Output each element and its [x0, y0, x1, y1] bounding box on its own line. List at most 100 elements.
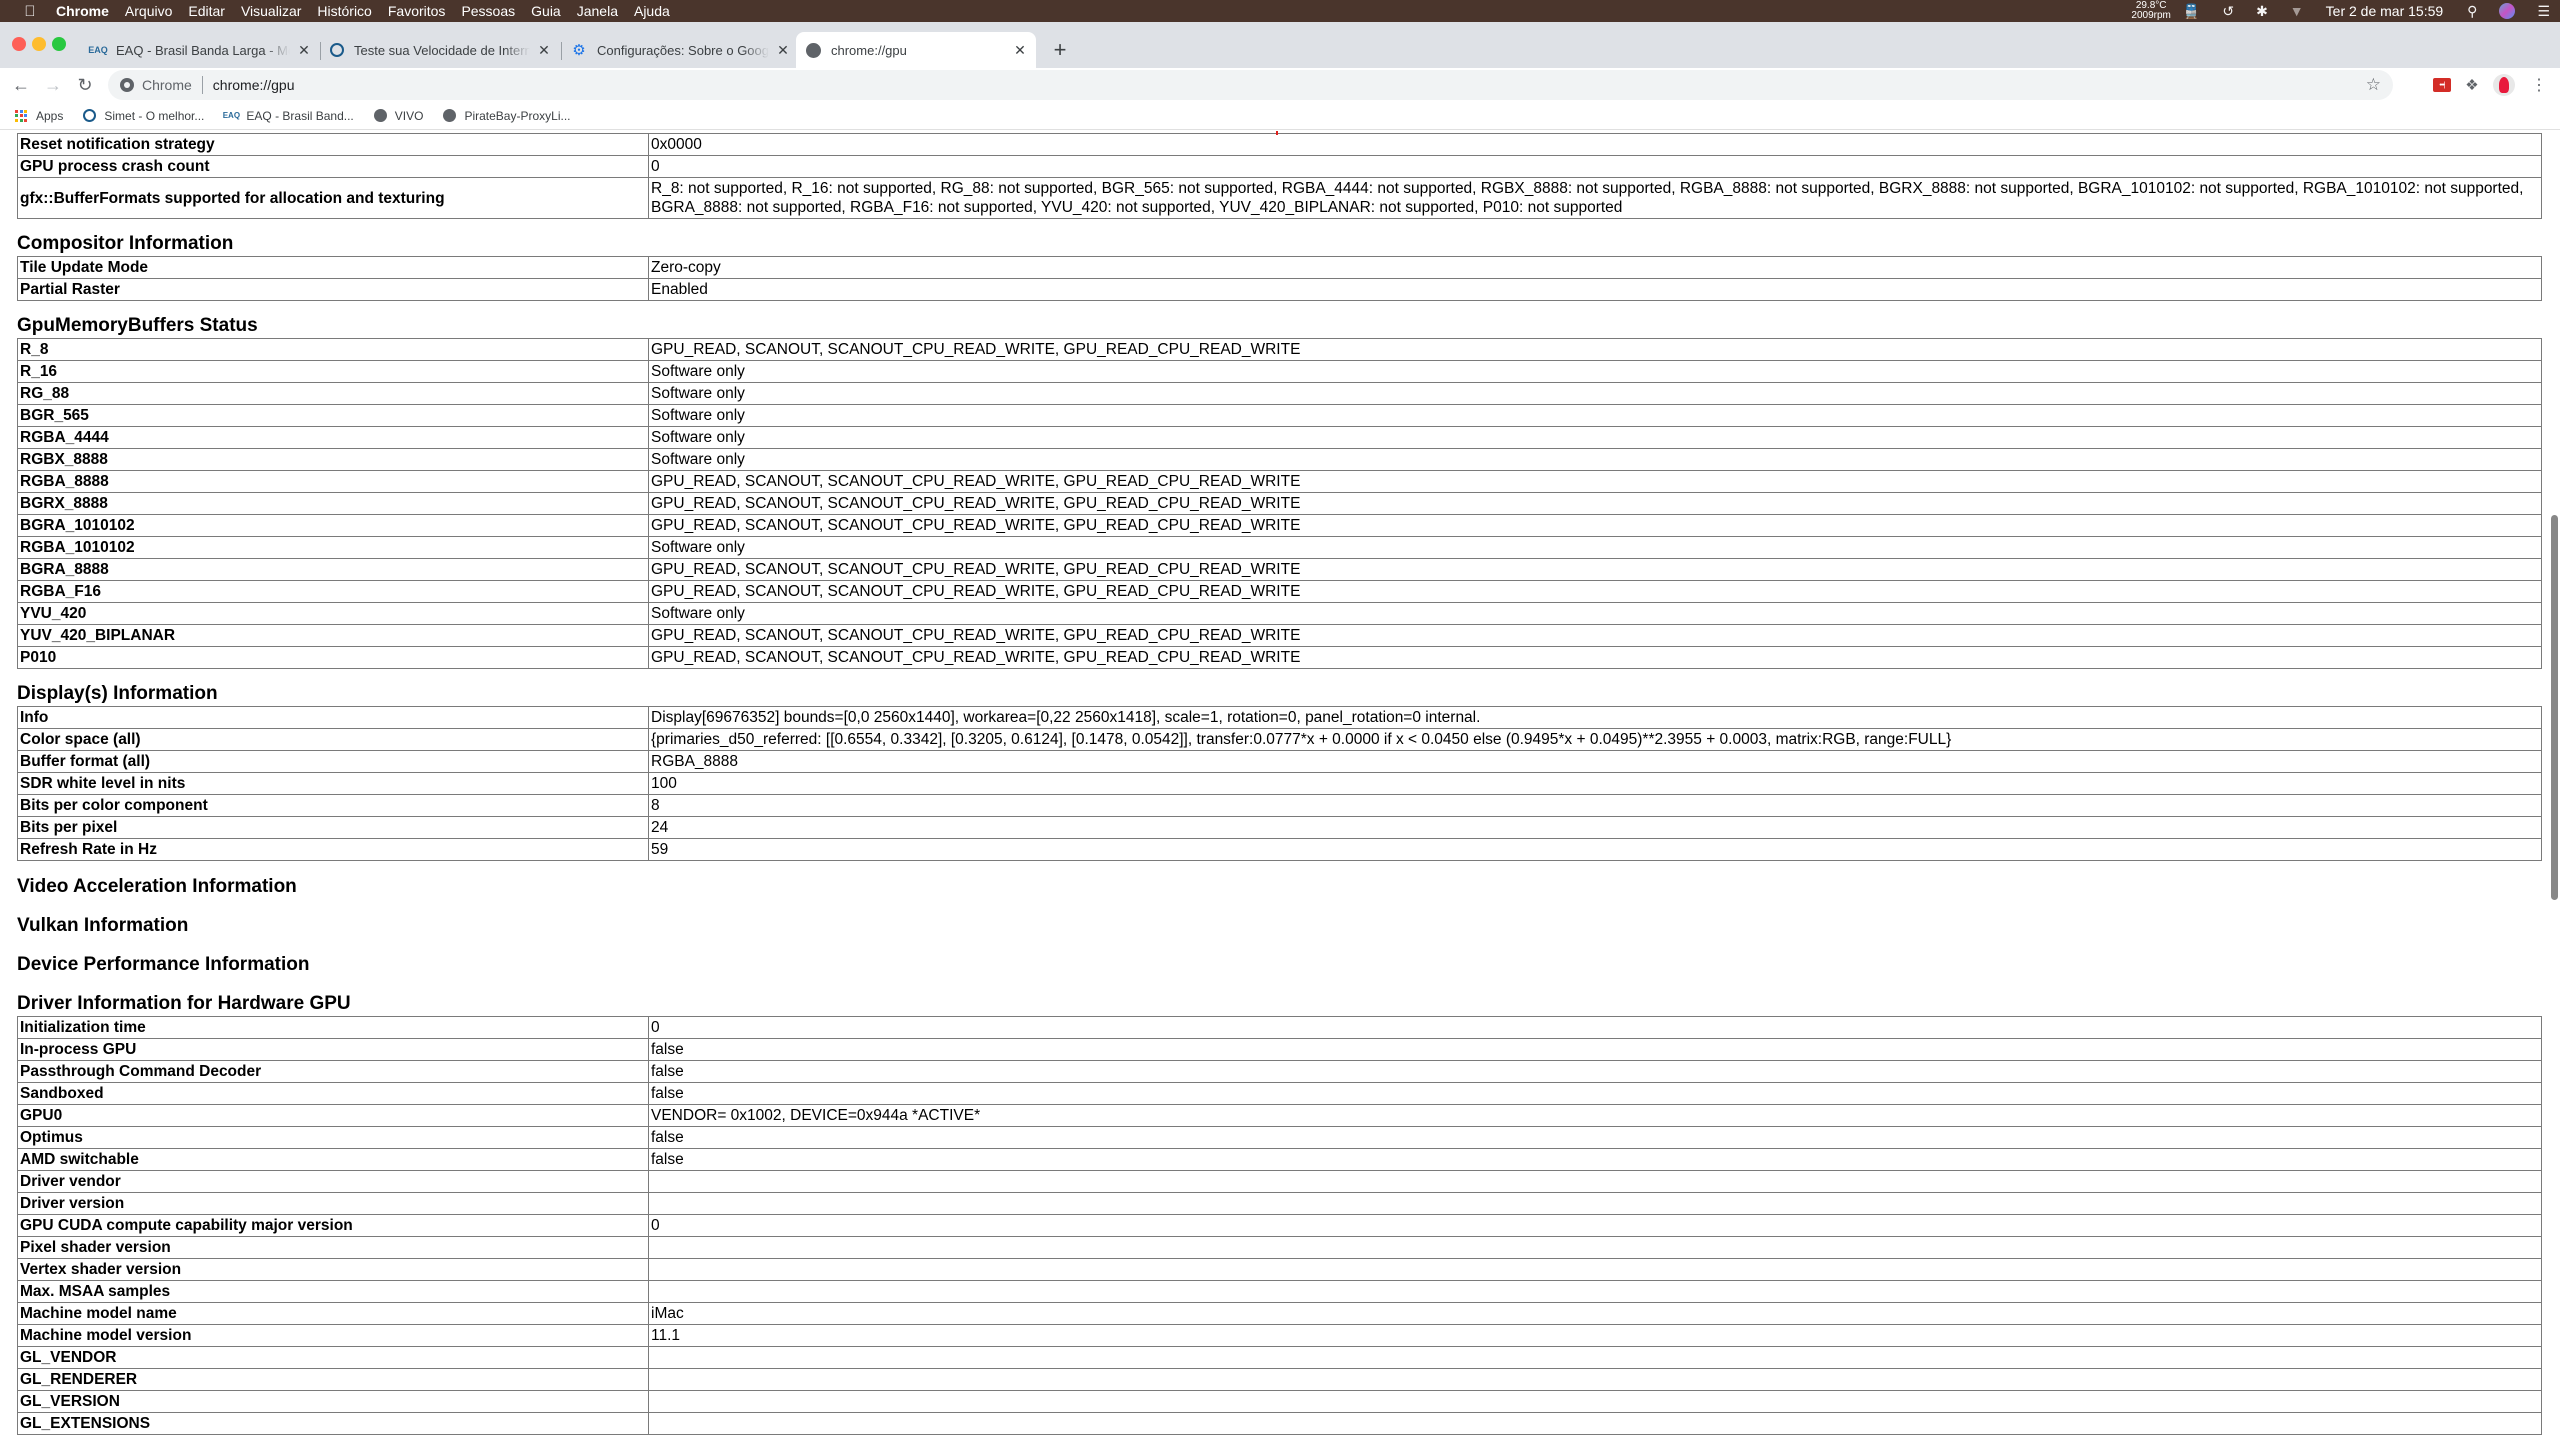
row-value: false [648, 1060, 2542, 1083]
browser-toolbar: ← → ↻ Chrome chrome://gpu ☆ •••| ❖ ⋮ [0, 68, 2560, 102]
bluetooth-icon[interactable]: ✱ [2256, 3, 2268, 20]
page-scrollbar[interactable] [2548, 131, 2560, 1440]
tab-close-icon[interactable]: ✕ [536, 42, 552, 58]
speedometer-icon [83, 109, 97, 122]
spotlight-search-icon[interactable]: ⚲ [2467, 3, 2477, 20]
eaq-icon: EAQ [88, 45, 108, 55]
tab-title: EAQ - Brasil Banda Larga - Medidor [116, 42, 290, 58]
row-label: Partial Raster [17, 278, 649, 301]
table-row: Buffer format (all) RGBA_8888 [17, 750, 2542, 773]
page-content: Reset notification strategy 0x0000 GPU pro… [0, 131, 2548, 1440]
compositor-table: Tile Update Mode Zero-copy Partial Raster E… [17, 256, 2542, 301]
bookmark-vivo[interactable]: VIVO [373, 109, 423, 123]
menu-visualizar[interactable]: Visualizar [241, 0, 301, 22]
tab-close-icon[interactable]: ✕ [775, 42, 791, 58]
row-label: Machine model version [17, 1324, 649, 1347]
bookmarks-bar: Apps Simet - O melhor... EAQ EAQ - Brasi… [0, 102, 2560, 130]
row-value [648, 1192, 2542, 1215]
menu-historico[interactable]: Histórico [317, 0, 371, 22]
table-row: R_16 Software only [17, 360, 2542, 383]
tab-settings[interactable]: ⚙ Configurações: Sobre o Google Chrome ✕ [561, 32, 799, 68]
row-label: Refresh Rate in Hz [17, 838, 649, 861]
tab-speedtest[interactable]: Teste sua Velocidade de Internet ✕ [320, 32, 560, 68]
chrome-menu-kebab-icon[interactable]: ⋮ [2527, 73, 2551, 97]
row-label: Max. MSAA samples [17, 1280, 649, 1303]
row-label: Machine model name [17, 1302, 649, 1325]
profile-avatar[interactable] [2492, 73, 2516, 97]
forward-button[interactable]: → [40, 72, 66, 98]
back-button[interactable]: ← [8, 72, 34, 98]
bookmark-eaq[interactable]: EAQ EAQ - Brasil Band... [222, 109, 354, 123]
bookmark-simet[interactable]: Simet - O melhor... [83, 109, 204, 123]
bookmark-piratebay[interactable]: PirateBay-ProxyLi... [443, 109, 571, 123]
address-bar[interactable]: Chrome chrome://gpu ☆ [108, 70, 2393, 100]
siri-icon[interactable] [2499, 3, 2516, 19]
row-value: 0 [648, 155, 2542, 178]
clock[interactable]: Ter 2 de mar 15:59 [2326, 3, 2444, 19]
new-tab-button[interactable]: + [1046, 36, 1074, 64]
bookmark-star-icon[interactable]: ☆ [2366, 75, 2381, 95]
tab-close-icon[interactable]: ✕ [296, 42, 312, 58]
row-value: 11.1 [648, 1324, 2542, 1347]
row-label: Bits per pixel [17, 816, 649, 839]
row-label: Passthrough Command Decoder [17, 1060, 649, 1083]
eaq-icon: EAQ [222, 111, 241, 120]
table-row: SDR white level in nits 100 [17, 772, 2542, 795]
row-label: Color space (all) [17, 728, 649, 751]
table-row: RGBA_4444 Software only [17, 426, 2542, 449]
row-value: VENDOR= 0x1002, DEVICE=0x944a *ACTIVE* [648, 1104, 2542, 1127]
scrollbar-thumb[interactable] [2551, 515, 2558, 900]
row-value [648, 1346, 2542, 1369]
row-label: Buffer format (all) [17, 750, 649, 773]
table-row: RGBX_8888 Software only [17, 448, 2542, 471]
notification-center-icon[interactable]: ☰ [2537, 3, 2550, 20]
wifi-off-icon[interactable]: ▼ [2290, 3, 2304, 19]
table-row: AMD switchable false [17, 1148, 2542, 1171]
row-value: GPU_READ, SCANOUT, SCANOUT_CPU_READ_WRIT… [648, 558, 2542, 581]
gear-icon: ⚙ [572, 42, 586, 59]
bookmark-apps[interactable]: Apps [14, 109, 63, 123]
menu-favoritos[interactable]: Favoritos [388, 0, 446, 22]
driver-info-table: Initialization time 0 In-process GPU false P… [17, 1016, 2542, 1435]
globe-icon [806, 42, 821, 58]
window-close-button[interactable] [12, 37, 26, 51]
menu-pessoas[interactable]: Pessoas [461, 0, 515, 22]
lastpass-extension-icon[interactable]: •••| [2430, 73, 2454, 97]
tab-eaq[interactable]: EAQ EAQ - Brasil Banda Larga - Medidor ✕ [80, 32, 320, 68]
window-zoom-button[interactable] [52, 37, 66, 51]
row-value: Software only [648, 448, 2542, 471]
section-title-displays: Display(s) Information [17, 683, 218, 704]
url-text[interactable]: chrome://gpu [213, 77, 295, 93]
time-machine-icon[interactable]: ↺ [2222, 3, 2234, 20]
row-label: GPU CUDA compute capability major versio… [17, 1214, 649, 1237]
menu-bar-status-area: 29.8°C 2009rpm 🚆 ↺ ✱ ▼ Ter 2 de mar 15:5… [2131, 0, 2560, 22]
table-row: Machine model version 11.1 [17, 1324, 2542, 1347]
menu-app-chrome[interactable]: Chrome [56, 0, 109, 22]
displays-table: Info Display[69676352] bounds=[0,0 2560x1… [17, 706, 2542, 861]
menu-janela[interactable]: Janela [577, 0, 618, 22]
tab-chrome-gpu[interactable]: chrome://gpu ✕ [796, 32, 1036, 68]
table-row: GL_RENDERER [17, 1368, 2542, 1391]
row-label: Bits per color component [17, 794, 649, 817]
menu-arquivo[interactable]: Arquivo [125, 0, 172, 22]
tab-close-icon[interactable]: ✕ [1012, 42, 1028, 58]
row-label: Optimus [17, 1126, 649, 1149]
table-row: Driver version [17, 1192, 2542, 1215]
table-row: RGBA_1010102 Software only [17, 536, 2542, 559]
window-minimize-button[interactable] [32, 37, 46, 51]
menu-editar[interactable]: Editar [188, 0, 225, 22]
menu-guia[interactable]: Guia [531, 0, 561, 22]
row-value: GPU_READ, SCANOUT, SCANOUT_CPU_READ_WRIT… [648, 470, 2542, 493]
menu-ajuda[interactable]: Ajuda [634, 0, 670, 22]
row-label: RGBA_4444 [17, 426, 649, 449]
extensions-puzzle-icon[interactable]: ❖ [2460, 73, 2484, 97]
table-row: GPU CUDA compute capability major versio… [17, 1214, 2542, 1237]
chrome-site-icon[interactable] [120, 78, 134, 92]
apple-logo-icon[interactable]:  [22, 3, 38, 20]
row-label: RGBX_8888 [17, 448, 649, 471]
row-label: Driver vendor [17, 1170, 649, 1193]
table-row: BGRX_8888 GPU_READ, SCANOUT, SCANOUT_CPU_… [17, 492, 2542, 515]
train-icon[interactable]: 🚆 [2183, 3, 2200, 20]
temperature-readout[interactable]: 29.8°C 2009rpm [2131, 1, 2170, 21]
reload-button[interactable]: ↻ [72, 72, 98, 98]
